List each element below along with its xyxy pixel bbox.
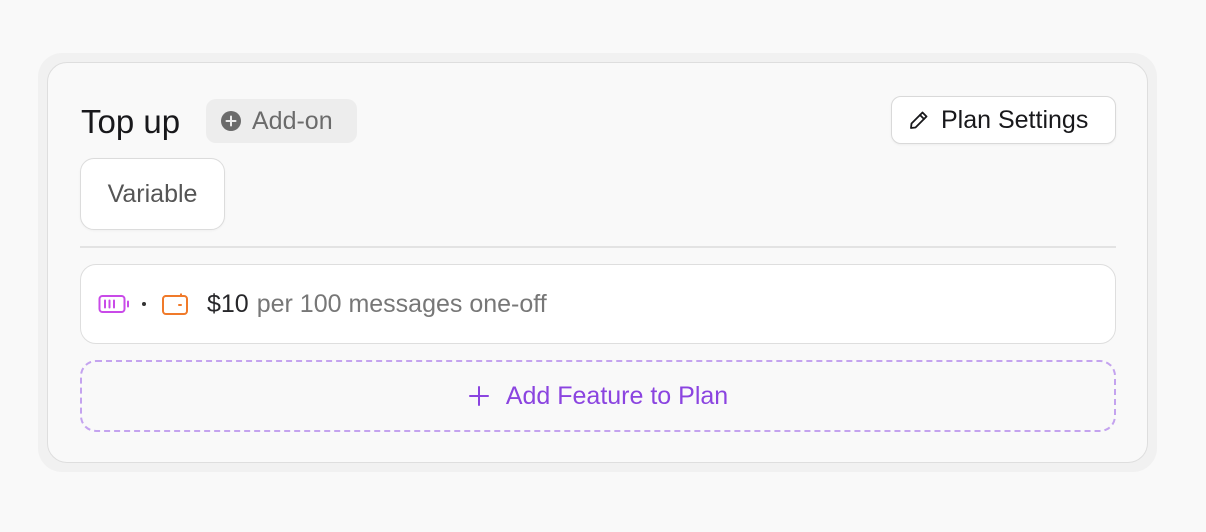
divider [80, 246, 1116, 248]
feature-row[interactable]: $10 per 100 messages one-off [80, 264, 1116, 344]
addon-badge-label: Add-on [252, 106, 333, 135]
plan-settings-button[interactable]: Plan Settings [891, 96, 1116, 144]
wallet-icon [161, 292, 189, 316]
plus-icon [468, 385, 490, 407]
plan-settings-label: Plan Settings [941, 105, 1089, 134]
feature-price: $10 [207, 289, 249, 318]
plus-circle-icon [220, 110, 242, 132]
separator-dot [142, 302, 146, 306]
addon-badge: Add-on [206, 99, 357, 143]
price-type-label: Variable [107, 179, 198, 208]
add-feature-label: Add Feature to Plan [505, 381, 729, 410]
add-feature-button[interactable]: Add Feature to Plan [80, 360, 1116, 432]
plan-title: Top up [81, 103, 181, 140]
battery-icon [98, 294, 130, 314]
pencil-icon [907, 108, 931, 132]
price-type-chip[interactable]: Variable [80, 158, 225, 230]
feature-description: per 100 messages one-off [256, 289, 547, 318]
